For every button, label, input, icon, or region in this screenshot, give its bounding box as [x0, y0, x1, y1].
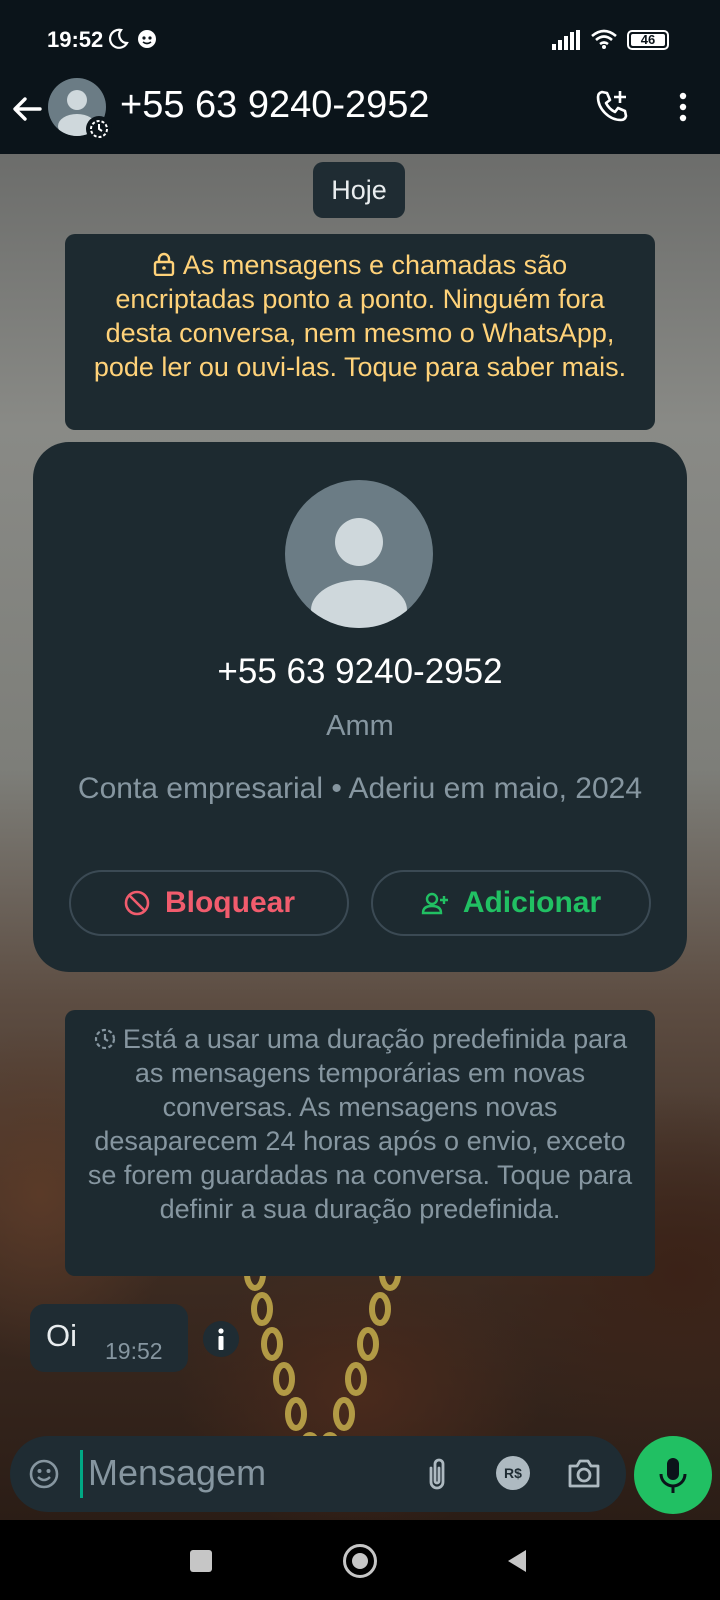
- contact-card-number: +55 63 9240-2952: [217, 652, 503, 691]
- chat-title[interactable]: +55 63 9240-2952: [120, 84, 430, 127]
- chat-area[interactable]: Hoje As mensagens e chamadas são encript…: [0, 154, 720, 1520]
- mic-icon: [659, 1458, 687, 1493]
- block-button[interactable]: Bloquear: [69, 870, 349, 936]
- lock-icon: [153, 252, 175, 276]
- attach-icon[interactable]: [422, 1456, 452, 1492]
- message-bubble[interactable]: Oi 19:52: [30, 1304, 188, 1372]
- home-dot: [352, 1553, 368, 1569]
- block-button-label: Bloquear: [164, 886, 296, 919]
- message-composer: R$: [10, 1436, 626, 1512]
- contact-card: +55 63 9240-2952 Amm Conta empresarial •…: [33, 442, 687, 972]
- contact-card-avatar: [285, 480, 433, 628]
- payment-icon[interactable]: R$: [496, 1456, 530, 1490]
- back-arrow-icon[interactable]: [10, 92, 44, 126]
- add-contact-button-label: Adicionar: [462, 886, 602, 919]
- signal-icon: [552, 30, 580, 50]
- wifi-icon: [591, 29, 617, 49]
- battery-level: 46: [640, 32, 656, 47]
- more-options-icon[interactable]: [671, 90, 695, 124]
- add-call-icon[interactable]: [594, 88, 630, 124]
- disappearing-messages-notice[interactable]: Está a usar uma duração predefinida para…: [65, 1010, 655, 1276]
- chat-header: +55 63 9240-2952: [0, 78, 720, 154]
- default-avatar-icon: [311, 518, 407, 628]
- recents-button[interactable]: [190, 1550, 212, 1572]
- add-contact-button[interactable]: Adicionar: [371, 870, 651, 936]
- encryption-notice[interactable]: As mensagens e chamadas são encriptadas …: [65, 234, 655, 430]
- battery-icon: 46: [627, 30, 669, 50]
- status-time: 19:52: [47, 27, 104, 52]
- contact-card-name: Amm: [326, 710, 394, 742]
- message-input[interactable]: [88, 1442, 408, 1504]
- notification-icon: [138, 30, 156, 48]
- info-icon[interactable]: [203, 1321, 239, 1357]
- timer-icon: [94, 1028, 115, 1050]
- message-time: 19:52: [105, 1338, 163, 1364]
- text-cursor: [80, 1450, 83, 1498]
- message-text: Oi: [46, 1318, 77, 1353]
- mic-button[interactable]: [634, 1436, 712, 1514]
- block-icon: [124, 890, 150, 916]
- moon-icon: [109, 28, 129, 49]
- nav-back-icon[interactable]: [506, 1548, 528, 1574]
- home-button[interactable]: [343, 1544, 377, 1578]
- disappearing-timer-icon: [86, 116, 112, 142]
- status-bar: 19:52 46: [0, 0, 720, 78]
- system-nav-bar: [0, 1520, 720, 1600]
- contact-card-info: Conta empresarial • Aderiu em maio, 2024: [77, 772, 643, 805]
- date-chip: Hoje: [313, 162, 405, 218]
- camera-icon[interactable]: [566, 1456, 602, 1490]
- add-person-icon: [421, 892, 448, 915]
- disappearing-notice-text: Está a usar uma duração predefinida para…: [87, 1024, 633, 1224]
- emoji-icon[interactable]: [28, 1458, 60, 1490]
